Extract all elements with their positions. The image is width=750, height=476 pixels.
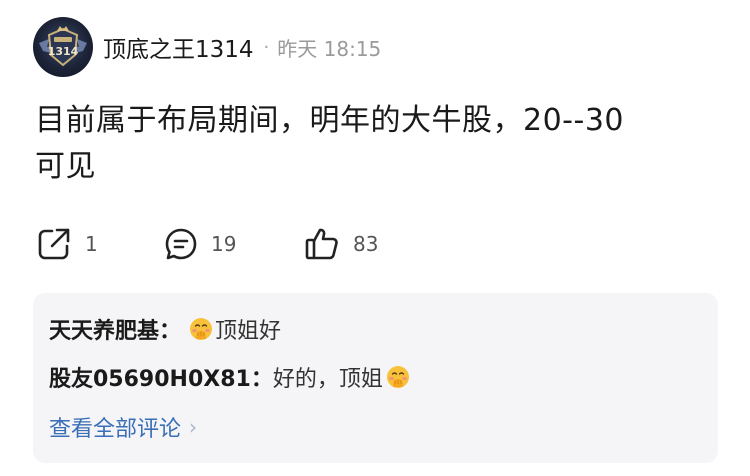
comment-count: 19	[211, 232, 237, 256]
comment-author[interactable]: 天天养肥基：	[49, 313, 181, 345]
comment-button[interactable]: 19	[163, 226, 303, 262]
avatar-badge-icon: 1314	[39, 26, 87, 67]
comment-author[interactable]: 股友05690H0X81：	[49, 361, 273, 393]
comment-text: 好的，顶姐	[272, 367, 383, 392]
comment-icon	[165, 228, 197, 260]
comment-item[interactable]: 天天养肥基： 顶姐好	[49, 313, 281, 345]
smiling-face-with-hand-over-mouth-icon	[190, 318, 213, 340]
comment-text: 顶姐好	[215, 319, 282, 344]
avatar[interactable]: 1314	[33, 17, 93, 77]
svg-text:1314: 1314	[48, 45, 79, 58]
view-all-comments-link[interactable]: 查看全部评论 ›	[49, 411, 197, 443]
comments-panel: 天天养肥基： 顶姐好 股友05690H0X81： 好的，顶姐 查看全部评论 ›	[33, 293, 718, 463]
like-button[interactable]: 83	[303, 225, 378, 263]
post-header: 1314 顶底之王1314 · 昨天 18:15	[33, 17, 381, 77]
separator-dot: ·	[263, 36, 270, 58]
post-content: 目前属于布局期间，明年的大牛股，20--30 可见	[35, 98, 715, 190]
share-button[interactable]: 1	[35, 225, 163, 263]
share-icon	[38, 228, 70, 260]
post-content-line-1: 目前属于布局期间，明年的大牛股，20--30	[35, 103, 624, 138]
action-bar: 1 19 83	[35, 224, 378, 264]
chevron-right-icon: ›	[189, 415, 198, 439]
like-count: 83	[353, 232, 379, 256]
post-content-line-2: 可见	[35, 149, 96, 184]
author-name[interactable]: 顶底之王1314	[103, 30, 254, 64]
view-all-label: 查看全部评论	[49, 417, 182, 442]
smiling-face-with-hand-over-mouth-icon	[386, 366, 409, 388]
comment-item[interactable]: 股友05690H0X81： 好的，顶姐	[49, 361, 410, 393]
thumbs-up-icon	[305, 228, 338, 260]
post-time: 昨天 18:15	[277, 36, 382, 61]
share-count: 1	[85, 232, 98, 256]
